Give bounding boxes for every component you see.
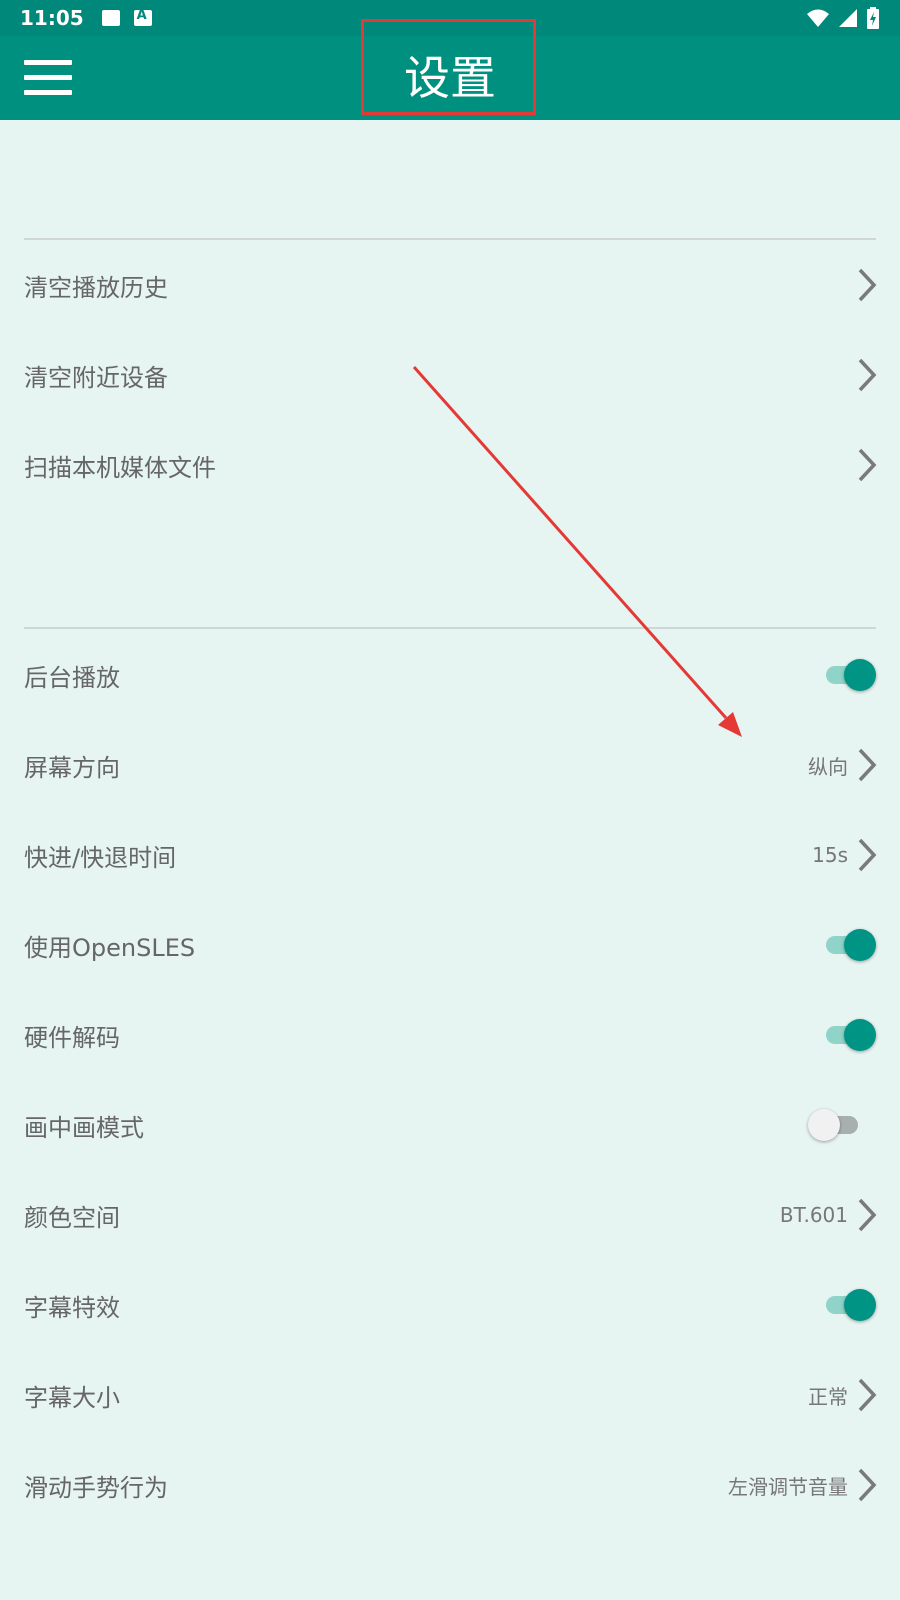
page-title: 设置: [404, 51, 496, 105]
settings-item-opensles[interactable]: 使用OpenSLES: [0, 900, 900, 990]
status-bar: 11:05: [0, 0, 900, 36]
pip-mode-toggle[interactable]: [808, 1107, 864, 1143]
section-divider: [24, 627, 876, 629]
chevron-right-icon: [858, 448, 877, 482]
opensles-toggle[interactable]: [820, 927, 876, 963]
app-bar: 设置: [0, 36, 900, 120]
chevron-right-icon: [858, 1378, 877, 1412]
chevron-right-icon: [858, 358, 877, 392]
background-play-toggle[interactable]: [820, 657, 876, 693]
chevron-right-icon: [858, 748, 877, 782]
chevron-right-icon: [858, 1468, 877, 1502]
settings-item-label: 扫描本机媒体文件: [24, 453, 216, 482]
settings-item-color-space[interactable]: 颜色空间 BT.601: [0, 1170, 900, 1260]
status-indicators: [806, 7, 880, 29]
settings-item-label: 后台播放: [24, 663, 120, 692]
settings-item-scan-media[interactable]: 扫描本机媒体文件: [0, 420, 900, 510]
settings-item-label: 快进/快退时间: [24, 843, 177, 872]
hardware-decode-toggle[interactable]: [820, 1017, 876, 1053]
settings-item-label: 屏幕方向: [24, 753, 120, 782]
settings-item-hardware-decode[interactable]: 硬件解码: [0, 990, 900, 1080]
chevron-right-icon: [858, 838, 877, 872]
settings-item-subtitle-size[interactable]: 字幕大小 正常: [0, 1350, 900, 1440]
settings-item-value: BT.601: [779, 1203, 848, 1227]
settings-item-label: 画中画模式: [24, 1113, 144, 1142]
settings-item-value: 左滑调节音量: [728, 1474, 848, 1499]
settings-item-label: 使用OpenSLES: [24, 933, 196, 962]
wifi-icon: [807, 9, 829, 27]
settings-item-label: 清空附近设备: [24, 363, 168, 392]
status-time: 11:05: [20, 6, 84, 30]
chevron-right-icon: [858, 268, 877, 302]
settings-item-screen-orientation[interactable]: 屏幕方向 纵向: [0, 720, 900, 810]
settings-item-label: 字幕特效: [24, 1293, 120, 1322]
settings-item-clear-history[interactable]: 清空播放历史: [0, 240, 900, 330]
signal-icon: [839, 9, 857, 27]
subtitle-effects-toggle[interactable]: [820, 1287, 876, 1323]
settings-item-swipe-gesture[interactable]: 滑动手势行为 左滑调节音量: [0, 1440, 900, 1530]
settings-item-value: 15s: [812, 843, 848, 867]
battery-icon: [867, 7, 879, 29]
settings-item-value: 正常: [808, 1384, 848, 1409]
settings-item-background-play[interactable]: 后台播放: [0, 630, 900, 720]
settings-item-label: 颜色空间: [24, 1203, 120, 1232]
settings-item-value: 纵向: [808, 754, 848, 779]
settings-item-label: 滑动手势行为: [24, 1473, 168, 1502]
settings-item-subtitle-effects[interactable]: 字幕特效: [0, 1260, 900, 1350]
settings-item-label: 字幕大小: [24, 1383, 120, 1412]
image-notification-icon: [101, 10, 120, 26]
chevron-right-icon: [858, 1198, 877, 1232]
settings-item-pip-mode[interactable]: 画中画模式: [0, 1080, 900, 1170]
settings-item-seek-time[interactable]: 快进/快退时间 15s: [0, 810, 900, 900]
settings-item-clear-devices[interactable]: 清空附近设备: [0, 330, 900, 420]
app-notification-icon: [133, 8, 152, 26]
settings-item-label: 硬件解码: [24, 1023, 120, 1052]
settings-item-label: 清空播放历史: [24, 273, 168, 302]
